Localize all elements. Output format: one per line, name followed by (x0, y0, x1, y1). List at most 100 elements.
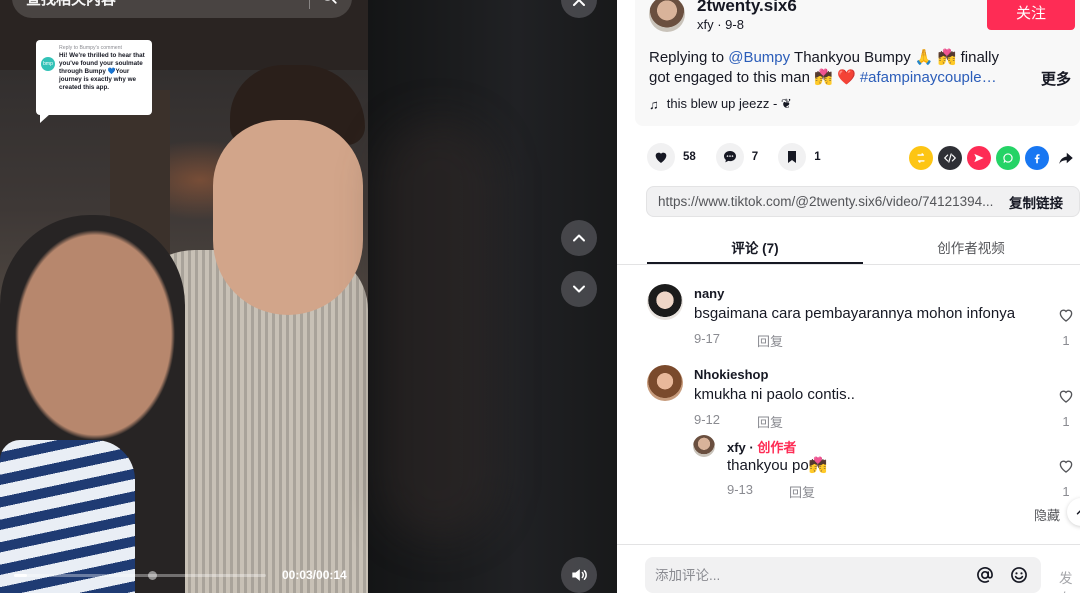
description-prefix: Replying to (649, 49, 729, 66)
reply-text: thankyou po💏 (727, 457, 828, 474)
man-face (213, 120, 363, 315)
comment-date: 9-17 (694, 331, 721, 346)
chevron-up-icon (573, 234, 585, 242)
post-comment-button[interactable]: 发布 (1059, 567, 1080, 593)
share-arrow-icon[interactable] (1054, 146, 1078, 170)
reply-separator: · (745, 440, 758, 455)
search-separator (309, 0, 310, 9)
reply-avatar[interactable] (693, 435, 715, 457)
copy-link-button[interactable]: 复制链接 (993, 192, 1079, 212)
reply-username: xfy (727, 440, 746, 455)
video-player[interactable]: 查找相关内容 bmp Reply to Bumpy's comment Hi! … (0, 0, 368, 593)
comment-item: Nhokieshop kmukha ni paolo contis.. 9-12… (647, 365, 1080, 431)
hashtag-link[interactable]: #afampinaycouple… (860, 69, 997, 86)
commenter-avatar[interactable] (647, 365, 683, 401)
author-meta: xfy · 9-8 (697, 17, 744, 32)
reply-like[interactable]: 1 (1056, 457, 1076, 499)
hide-replies-button[interactable]: 隐藏 (1034, 505, 1060, 524)
video-time: 00:03/00:14 (282, 568, 347, 582)
close-button[interactable] (561, 0, 597, 18)
follow-button[interactable]: 关注 (987, 0, 1075, 30)
heart-outline-icon (1059, 390, 1073, 403)
comment-tabs: 评论 (7) 创作者视频 (647, 230, 1080, 264)
repost-icon[interactable] (909, 146, 933, 170)
facebook-icon[interactable] (1025, 146, 1049, 170)
related-search-text: 查找相关内容 (26, 0, 299, 9)
music-title: this blew up jeezz - ❦ (666, 96, 792, 111)
save-stat[interactable]: 1 (778, 143, 821, 171)
mention-icon[interactable] (973, 563, 997, 587)
share-link-box: https://www.tiktok.com/@2twenty.six6/vid… (646, 186, 1080, 217)
reply-sticker-text: Hi! We're thrilled to hear that you've f… (59, 52, 145, 91)
video-progress-fill (14, 574, 28, 577)
comment-item: nany bsgaimana cara pembayarannya mohon … (647, 284, 1080, 350)
commenter-avatar[interactable] (647, 284, 683, 320)
chevron-up-icon (1076, 510, 1080, 515)
reply-user[interactable]: xfy · 创作者 (727, 437, 796, 456)
comment-text: bsgaimana cara pembayarannya mohon infon… (694, 305, 1016, 322)
action-bar: 58 7 1 (647, 142, 841, 172)
comment-icon[interactable] (715, 143, 744, 171)
commenter-name[interactable]: Nhokieshop (694, 367, 768, 382)
post-description-card: 2twenty.six6 xfy · 9-8 关注 Replying to @B… (635, 0, 1080, 126)
comment-input[interactable] (655, 567, 963, 583)
hide-replies-label: 隐藏 (1034, 508, 1061, 523)
comment-like[interactable]: 1 (1056, 306, 1076, 348)
next-video-button[interactable] (561, 271, 597, 307)
more-button[interactable]: 更多 (1041, 68, 1071, 89)
reply-sticker: bmp Reply to Bumpy's comment Hi! We're t… (36, 40, 152, 123)
post-description: Replying to @Bumpy Thankyou Bumpy 🙏 💏 fi… (649, 48, 999, 88)
tab-creator-videos[interactable]: 创作者视频 (863, 230, 1079, 264)
details-panel: 2twenty.six6 xfy · 9-8 关注 Replying to @B… (617, 0, 1080, 593)
creator-badge: 创作者 (757, 440, 797, 455)
reply-sticker-header: Reply to Bumpy's comment (59, 45, 122, 51)
emoji-icon[interactable] (1007, 563, 1031, 587)
striped-shirt (0, 440, 135, 593)
volume-button[interactable] (561, 557, 597, 593)
comment-date: 9-12 (694, 412, 721, 427)
reply-button[interactable]: 回复 (757, 331, 783, 350)
close-icon (573, 0, 585, 6)
creator-reply-item: xfy · 创作者 thankyou po💏 9-13 回复 1 (693, 435, 1080, 501)
author-avatar[interactable] (649, 0, 685, 32)
music-row[interactable]: ♫ this blew up jeezz - ❦ (649, 96, 792, 112)
video-progress-knob[interactable] (147, 571, 157, 580)
tabs-divider (617, 264, 1080, 265)
scroll-up-button[interactable] (1067, 498, 1080, 526)
blur-background (378, 120, 498, 540)
heart-outline-icon (1059, 460, 1073, 473)
author-name[interactable]: 2twenty.six6 (697, 0, 797, 16)
heart-icon[interactable] (647, 143, 675, 171)
save-count: 1 (814, 151, 821, 163)
volume-icon (572, 569, 587, 581)
tab-comments[interactable]: 评论 (7) (647, 230, 863, 264)
chevron-down-icon (573, 285, 585, 293)
input-divider (617, 544, 1080, 545)
comment-like[interactable]: 1 (1056, 387, 1076, 429)
comment-like-count: 1 (1062, 414, 1070, 429)
reply-like-count: 1 (1062, 484, 1070, 499)
related-search-bar[interactable]: 查找相关内容 (12, 0, 352, 18)
reply-date: 9-13 (727, 482, 754, 497)
mention-link[interactable]: @Bumpy (728, 49, 790, 66)
embed-icon[interactable] (938, 146, 962, 170)
comment-like-count: 1 (1062, 333, 1070, 348)
send-to-friends-icon[interactable] (967, 146, 991, 170)
bookmark-icon[interactable] (778, 143, 807, 171)
reply-button[interactable]: 回复 (757, 412, 783, 431)
video-progress-bar[interactable] (14, 571, 266, 580)
like-stat[interactable]: 58 (647, 143, 696, 171)
comment-count: 7 (751, 151, 759, 163)
share-link-url[interactable]: https://www.tiktok.com/@2twenty.six6/vid… (647, 194, 993, 209)
comment-input-box (645, 557, 1041, 593)
like-count: 58 (683, 151, 696, 163)
previous-video-button[interactable] (561, 220, 597, 256)
whatsapp-icon[interactable] (996, 146, 1020, 170)
bumpy-avatar: bmp (41, 57, 55, 71)
reply-button[interactable]: 回复 (789, 482, 815, 501)
heart-outline-icon (1059, 309, 1073, 322)
commenter-name[interactable]: nany (694, 286, 724, 301)
comment-stat[interactable]: 7 (715, 143, 759, 171)
search-icon[interactable] (320, 0, 338, 9)
video-navigation-area (368, 0, 617, 593)
